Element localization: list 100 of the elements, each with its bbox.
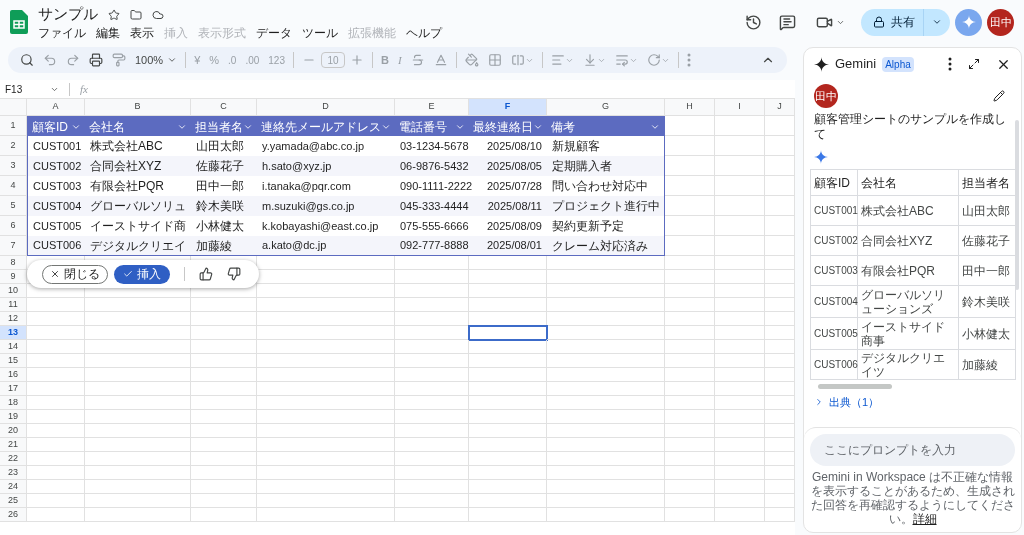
grid-cell[interactable] xyxy=(547,508,665,522)
grid-cell[interactable] xyxy=(665,340,715,354)
row-number[interactable]: 21 xyxy=(0,438,27,452)
grid-cell[interactable] xyxy=(257,368,395,382)
grid-cell[interactable] xyxy=(469,354,547,368)
row-number[interactable]: 10 xyxy=(0,284,27,298)
grid-cell[interactable] xyxy=(27,312,85,326)
menu-item[interactable]: ツール xyxy=(302,25,338,41)
grid-cell[interactable] xyxy=(547,312,665,326)
grid-cell[interactable] xyxy=(85,438,191,452)
column-letter[interactable]: B xyxy=(85,99,191,116)
grid-cell[interactable] xyxy=(85,508,191,522)
grid-cell[interactable] xyxy=(85,452,191,466)
grid-cell[interactable] xyxy=(395,438,469,452)
column-letter[interactable]: D xyxy=(257,99,395,116)
row-number[interactable]: 13 xyxy=(0,326,27,340)
grid-cell[interactable] xyxy=(257,452,395,466)
grid-cell[interactable] xyxy=(191,340,257,354)
grid-cell[interactable] xyxy=(469,480,547,494)
grid-cell[interactable] xyxy=(765,340,795,354)
grid-cell[interactable] xyxy=(715,438,765,452)
grid-cell[interactable] xyxy=(85,298,191,312)
grid-cell[interactable] xyxy=(85,312,191,326)
grid-cell[interactable] xyxy=(665,326,715,340)
grid-cell[interactable] xyxy=(85,340,191,354)
grid-cell[interactable] xyxy=(715,312,765,326)
row-number[interactable]: 8 xyxy=(0,256,27,270)
grid-cell[interactable] xyxy=(715,410,765,424)
grid-cell[interactable] xyxy=(765,326,795,340)
grid-cell[interactable] xyxy=(395,298,469,312)
grid-cell[interactable] xyxy=(85,354,191,368)
row-number[interactable]: 14 xyxy=(0,340,27,354)
grid-cell[interactable] xyxy=(765,196,795,216)
grid-cell[interactable] xyxy=(469,368,547,382)
grid-cell[interactable] xyxy=(395,368,469,382)
grid-cell[interactable] xyxy=(257,466,395,480)
grid-cell[interactable] xyxy=(765,480,795,494)
grid-cell[interactable] xyxy=(395,354,469,368)
column-letter[interactable]: E xyxy=(395,99,469,116)
grid-cell[interactable] xyxy=(547,424,665,438)
grid-cell[interactable] xyxy=(665,298,715,312)
grid-cell[interactable] xyxy=(85,424,191,438)
row-number[interactable]: 15 xyxy=(0,354,27,368)
grid-cell[interactable] xyxy=(715,176,765,196)
grid-cell[interactable] xyxy=(395,312,469,326)
grid-cell[interactable] xyxy=(715,340,765,354)
grid-cell[interactable] xyxy=(665,270,715,284)
grid-cell[interactable] xyxy=(395,508,469,522)
grid-cell[interactable] xyxy=(27,452,85,466)
grid-cell[interactable] xyxy=(191,298,257,312)
row-number[interactable]: 1 xyxy=(0,116,27,136)
grid-cell[interactable] xyxy=(765,396,795,410)
grid-cell[interactable] xyxy=(469,396,547,410)
grid-cell[interactable] xyxy=(27,438,85,452)
row-number[interactable]: 4 xyxy=(0,176,27,196)
grid-cell[interactable] xyxy=(715,382,765,396)
row-number[interactable]: 5 xyxy=(0,196,27,216)
grid-cell[interactable] xyxy=(395,256,469,270)
grid-cell[interactable] xyxy=(665,382,715,396)
grid-cell[interactable] xyxy=(469,340,547,354)
grid-cell[interactable] xyxy=(665,256,715,270)
grid-cell[interactable] xyxy=(257,298,395,312)
grid-cell[interactable] xyxy=(715,298,765,312)
grid-cell[interactable] xyxy=(715,270,765,284)
star-icon[interactable] xyxy=(108,8,120,21)
grid-cell[interactable] xyxy=(765,256,795,270)
grid-cell[interactable] xyxy=(191,396,257,410)
row-number[interactable]: 18 xyxy=(0,396,27,410)
grid-cell[interactable] xyxy=(395,270,469,284)
grid-cell[interactable] xyxy=(395,466,469,480)
column-letter[interactable]: H xyxy=(665,99,715,116)
thumbs-down-icon[interactable] xyxy=(227,267,241,281)
details-link[interactable]: 詳細 xyxy=(912,512,937,526)
grid-cell[interactable] xyxy=(715,116,765,136)
grid-cell[interactable] xyxy=(665,236,715,256)
grid-cell[interactable] xyxy=(715,326,765,340)
expand-icon[interactable] xyxy=(968,58,980,70)
row-number[interactable]: 11 xyxy=(0,298,27,312)
grid-cell[interactable] xyxy=(665,196,715,216)
grid-cell[interactable] xyxy=(257,480,395,494)
grid-cell[interactable] xyxy=(469,270,547,284)
grid-cell[interactable] xyxy=(765,236,795,256)
grid-cell[interactable] xyxy=(27,508,85,522)
grid-cell[interactable] xyxy=(27,424,85,438)
grid-cell[interactable] xyxy=(547,340,665,354)
grid-cell[interactable] xyxy=(765,368,795,382)
grid-cell[interactable] xyxy=(85,494,191,508)
grid-cell[interactable] xyxy=(395,452,469,466)
grid-cell[interactable] xyxy=(27,326,85,340)
prompt-input[interactable]: ここにプロンプトを入力 xyxy=(810,434,1015,466)
grid-cell[interactable] xyxy=(85,382,191,396)
sheets-logo[interactable] xyxy=(10,10,28,34)
grid-cell[interactable] xyxy=(715,480,765,494)
column-letter[interactable]: C xyxy=(191,99,257,116)
grid-cell[interactable] xyxy=(191,424,257,438)
comments-icon[interactable] xyxy=(779,13,796,31)
grid-cell[interactable] xyxy=(765,216,795,236)
version-history-icon[interactable] xyxy=(745,13,762,31)
menu-item[interactable]: データ xyxy=(256,25,292,41)
grid-cell[interactable] xyxy=(469,452,547,466)
